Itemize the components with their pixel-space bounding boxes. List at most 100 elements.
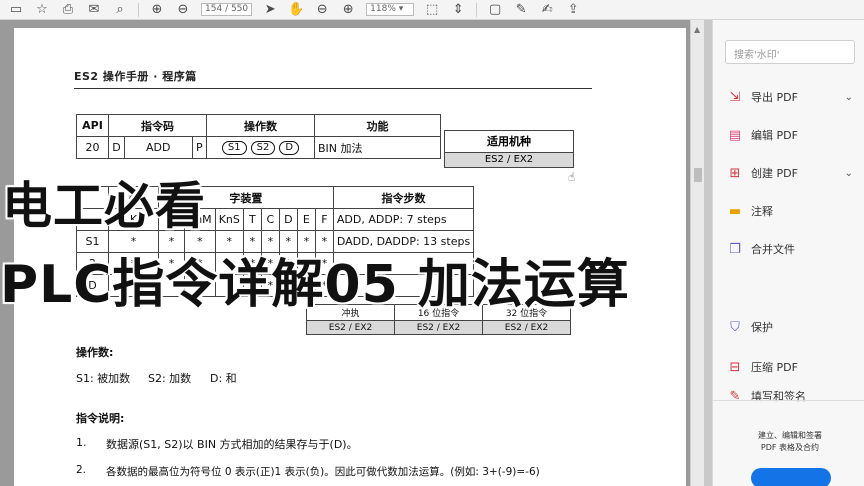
tool-comment[interactable]: ▬ 注释 (727, 200, 857, 222)
tool-label: 创建 PDF (751, 167, 798, 180)
comment-tool-icon[interactable]: ▢ (487, 2, 503, 18)
fit-page-icon[interactable]: ⬚ (424, 2, 440, 18)
zoom-out-icon[interactable]: ⊖ (314, 2, 330, 18)
tool-create-pdf[interactable]: ⊞ 创建 PDF ⌄ (727, 162, 857, 184)
toolbar-divider (138, 2, 139, 17)
protect-icon: ⛉ (730, 319, 740, 335)
api-header: API (76, 114, 109, 137)
tool-compress-pdf[interactable]: ⊟ 压缩 PDF (727, 356, 857, 378)
page-number-input[interactable]: 154 / 550 (201, 3, 253, 16)
header-rule (74, 88, 592, 89)
api-number: 20 (76, 136, 109, 159)
combine-files-icon: ❐ (729, 241, 741, 257)
promo-button[interactable] (751, 468, 831, 486)
scroll-mode-icon[interactable]: ⇕ (450, 2, 466, 18)
create-pdf-icon: ⊞ (729, 165, 741, 181)
tools-search-input[interactable]: 搜索'水印' (725, 40, 855, 64)
model-a: ES2 / EX2 (306, 320, 395, 335)
tool-label: 保护 (751, 321, 773, 334)
caption-line1: 电工必看 (2, 177, 206, 235)
hand-cursor-icon: ☝ (568, 170, 576, 184)
tool-label: 注释 (751, 205, 773, 218)
toolbar: ▭ ☆ ⎙ ✉ ⌕ ⊕ ⊖ 154 / 550 ➤ ✋ ⊖ ⊕ 118% ▾ ⬚… (0, 0, 864, 20)
model-c: ES2 / EX2 (482, 320, 571, 335)
promo-line2: PDF 表格及合约 (760, 443, 820, 452)
email-icon[interactable]: ✉ (86, 2, 102, 18)
compress-pdf-icon: ⊟ (729, 359, 741, 375)
pen-icon[interactable]: ✎ (513, 2, 529, 18)
caption-line2: PLC指令详解05 加法运算 (0, 255, 630, 315)
vertical-scrollbar[interactable]: ▲ (690, 20, 704, 486)
hand-tool-icon[interactable]: ✋ (288, 2, 304, 18)
models-title: 适用机种 (445, 131, 573, 153)
models-value: ES2 / EX2 (445, 153, 573, 167)
applicable-models-box: 适用机种 ES2 / EX2 (444, 130, 574, 168)
zoom-value: 118% (370, 4, 396, 14)
operands-header: 操作数 (206, 114, 315, 137)
doc-header: ES2 操作手册 · 程序篇 (74, 70, 197, 83)
tool-label: 导出 PDF (751, 91, 798, 104)
model-b: ES2 / EX2 (394, 320, 483, 335)
tools-pane: 搜索'水印' ⇲ 导出 PDF ⌄ ▤ 编辑 PDF ⊞ 创建 PDF ⌄ ▬ … (712, 20, 864, 486)
panel-divider (713, 400, 864, 401)
explain-item2: 各数据的最高位为符号位 0 表示(正)1 表示(负)。因此可做代数加法运算。(例… (106, 466, 540, 478)
export-pdf-icon: ⇲ (729, 89, 741, 105)
page-current: 154 (205, 4, 223, 14)
tool-edit-pdf[interactable]: ▤ 编辑 PDF (727, 124, 857, 146)
steps-16bit: ADD, ADDP: 7 steps (332, 208, 475, 231)
col-d: D (278, 208, 298, 231)
edit-pdf-icon: ▤ (728, 127, 742, 143)
explain-item1: 数据源(S1, S2)以 BIN 方式相加的结果存与于(D)。 (106, 438, 358, 451)
operand-s2: S2 (250, 141, 276, 155)
toolbar-divider (476, 2, 478, 17)
tool-label: 压缩 PDF (751, 361, 798, 374)
operand-d-desc: D: 和 (210, 372, 237, 385)
col-c: C (260, 208, 280, 231)
col-t: T (242, 208, 262, 231)
operand-s2-desc: S2: 加数 (148, 372, 192, 385)
share-icon[interactable]: ⇪ (565, 2, 581, 18)
instruction-table: API 指令码 操作数 功能 20 D ADD P S1 S2 D BIN 加法 (76, 114, 441, 159)
select-pointer-icon[interactable]: ➤ (262, 2, 278, 18)
bookmark-star-icon[interactable]: ☆ (34, 2, 50, 18)
sign-icon[interactable]: ✍ (539, 2, 555, 18)
app-window: ▭ ☆ ⎙ ✉ ⌕ ⊕ ⊖ 154 / 550 ➤ ✋ ⊖ ⊕ 118% ▾ ⬚… (0, 0, 864, 486)
tool-combine-files[interactable]: ❐ 合并文件 (727, 238, 857, 260)
page-total: / 550 (225, 4, 249, 14)
chevron-down-icon[interactable]: ⌄ (845, 92, 853, 103)
p-flag: P (191, 136, 208, 159)
tool-export-pdf[interactable]: ⇲ 导出 PDF ⌄ (727, 86, 857, 108)
operand-s1-desc: S1: 被加数 (76, 372, 131, 385)
col-f: F (314, 208, 334, 231)
page-up-icon[interactable]: ⊕ (149, 2, 165, 18)
mnemonic: ADD (123, 136, 193, 159)
search-icon[interactable]: ⌕ (112, 2, 128, 18)
operand-d: D (279, 141, 300, 155)
operands-title: 操作数: (76, 346, 114, 359)
scroll-up-icon[interactable]: ▲ (694, 25, 700, 34)
page-down-icon[interactable]: ⊖ (175, 2, 191, 18)
opcode-header: 指令码 (108, 114, 207, 137)
tool-label: 合并文件 (751, 243, 795, 256)
d-flag: D (108, 136, 125, 159)
col-e: E (296, 208, 316, 231)
steps-header: 指令步数 (332, 186, 475, 209)
zoom-select[interactable]: 118% ▾ (366, 3, 415, 16)
function-header: 功能 (314, 114, 441, 137)
explain-item2-num: 2. (76, 464, 87, 476)
promo-line1: 建立、编辑和签署 (758, 431, 822, 440)
operand-symbols: S1 S2 D (206, 136, 315, 159)
explain-item1-num: 1. (76, 436, 87, 449)
scroll-thumb[interactable] (694, 168, 702, 182)
print-icon[interactable]: ⎙ (60, 2, 76, 18)
promo-text: 建立、编辑和签署 PDF 表格及合约 (725, 430, 855, 454)
col-kns: KnS (214, 208, 244, 231)
chevron-down-icon[interactable]: ⌄ (845, 168, 853, 179)
function-value: BIN 加法 (314, 136, 441, 159)
comment-icon: ▬ (728, 203, 742, 219)
operand-s1: S1 (221, 141, 247, 155)
zoom-in-icon[interactable]: ⊕ (340, 2, 356, 18)
tool-protect[interactable]: ⛉ 保护 (727, 316, 857, 338)
save-icon[interactable]: ▭ (8, 2, 24, 18)
explain-title: 指令说明: (76, 412, 125, 425)
